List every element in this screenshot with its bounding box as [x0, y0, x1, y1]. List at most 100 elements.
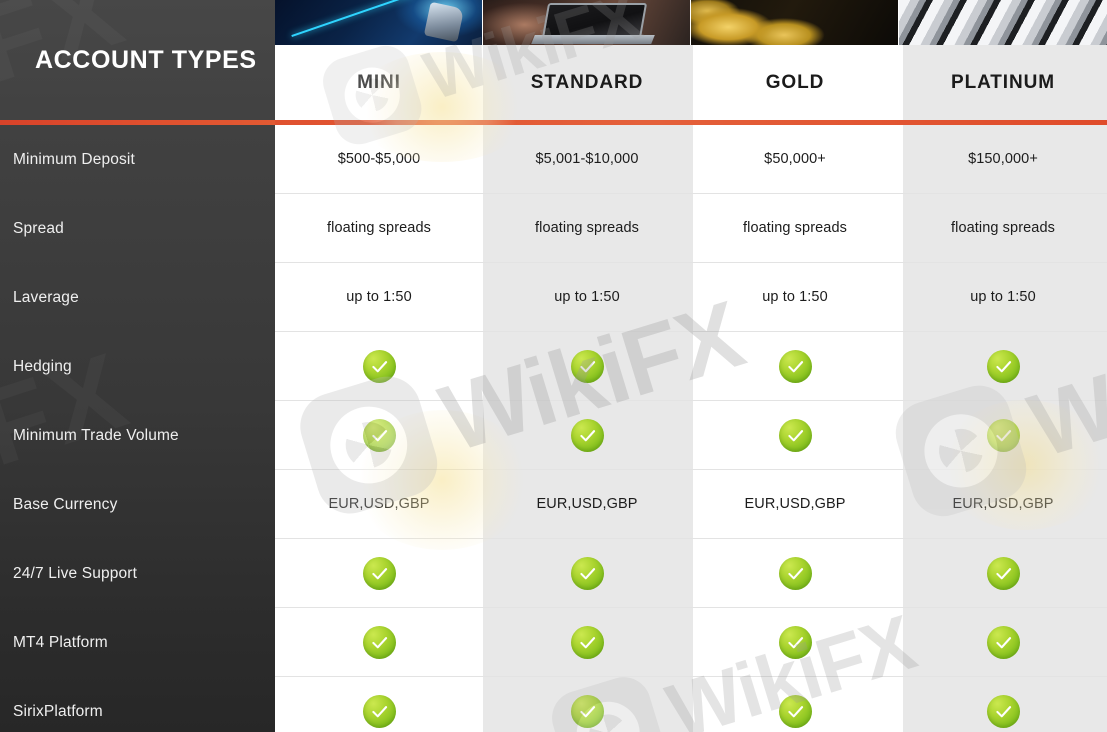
check-icon [570, 694, 604, 728]
sidebar-row-label: MT4 Platform [13, 633, 108, 651]
cell-text: up to 1:50 [554, 289, 620, 305]
table-cell [275, 677, 483, 732]
table-cell [691, 401, 899, 469]
cell-text: EUR,USD,GBP [744, 496, 846, 512]
sidebar-row-label: Laverage [13, 288, 79, 306]
table-cell: up to 1:50 [691, 263, 899, 331]
laptop-hands-photo [483, 0, 691, 45]
table-cell: EUR,USD,GBP [691, 470, 899, 538]
table-cell [691, 608, 899, 676]
table-row: floating spreads floating spreads floati… [275, 194, 1107, 263]
account-types-comparison-page: FX FX ACCOUNT TYPES Minimum Deposit Spre… [0, 0, 1107, 732]
table-body: $500-$5,000 $5,001-$10,000 $50,000+ $150… [275, 125, 1107, 732]
sidebar-row-minimum-deposit: Minimum Deposit [0, 125, 275, 194]
forex-chart-photo [275, 0, 483, 45]
table-row: EUR,USD,GBP EUR,USD,GBP EUR,USD,GBP EUR,… [275, 470, 1107, 539]
table-row: up to 1:50 up to 1:50 up to 1:50 up to 1… [275, 263, 1107, 332]
cell-text: floating spreads [327, 220, 431, 236]
table-cell: up to 1:50 [483, 263, 691, 331]
table-cell: $150,000+ [899, 125, 1107, 193]
page-title: ACCOUNT TYPES [35, 45, 257, 74]
table-cell [691, 332, 899, 400]
sidebar-row-laverage: Laverage [0, 263, 275, 332]
table-cell: EUR,USD,GBP [275, 470, 483, 538]
check-icon [778, 349, 812, 383]
table-cell [899, 608, 1107, 676]
table-cell: $500-$5,000 [275, 125, 483, 193]
table-row [275, 539, 1107, 608]
table-row [275, 332, 1107, 401]
table-row [275, 608, 1107, 677]
sidebar-row-base-currency: Base Currency [0, 470, 275, 539]
check-icon [362, 625, 396, 659]
sidebar-row-label: Spread [13, 219, 64, 237]
sidebar-row-label: 24/7 Live Support [13, 564, 138, 582]
cell-text: floating spreads [951, 220, 1055, 236]
check-icon [778, 625, 812, 659]
table-cell [275, 401, 483, 469]
column-header-standard[interactable]: STANDARD [483, 0, 691, 120]
sidebar-row-mt4-platform: MT4 Platform [0, 608, 275, 677]
table-cell: EUR,USD,GBP [899, 470, 1107, 538]
check-icon [986, 556, 1020, 590]
table-row [275, 401, 1107, 470]
table-row [275, 677, 1107, 732]
column-header-label: GOLD [765, 71, 825, 93]
table-cell: up to 1:50 [899, 263, 1107, 331]
check-icon [570, 556, 604, 590]
table-cell [483, 401, 691, 469]
check-icon [362, 694, 396, 728]
sidebar-title-cell: ACCOUNT TYPES [0, 0, 275, 120]
table-cell: floating spreads [691, 194, 899, 262]
check-icon [778, 418, 812, 452]
check-icon [362, 349, 396, 383]
table-cell [483, 677, 691, 732]
silver-bars-photo [899, 0, 1107, 45]
sidebar-accent-bar [0, 120, 275, 125]
table-cell [899, 677, 1107, 732]
cell-text: EUR,USD,GBP [536, 496, 638, 512]
table-cell [691, 677, 899, 732]
sidebar-row-live-support: 24/7 Live Support [0, 539, 275, 608]
cell-text: $5,001-$10,000 [535, 151, 639, 167]
cell-text: floating spreads [743, 220, 847, 236]
table-cell [483, 608, 691, 676]
sidebar-row-label: Base Currency [13, 495, 118, 513]
sidebar-row-label: SirixPlatform [13, 702, 103, 720]
check-icon [570, 349, 604, 383]
table-cell [275, 539, 483, 607]
table-row: $500-$5,000 $5,001-$10,000 $50,000+ $150… [275, 125, 1107, 194]
column-header-label: PLATINUM [951, 71, 1055, 93]
sidebar-row-label: Minimum Trade Volume [13, 426, 179, 444]
table-header: MINI STANDARD GOLD PLATINUM [275, 0, 1107, 120]
column-header-mini[interactable]: MINI [275, 0, 483, 120]
cell-text: $50,000+ [764, 151, 826, 167]
check-icon [362, 556, 396, 590]
sidebar-row-minimum-trade-volume: Minimum Trade Volume [0, 401, 275, 470]
cell-text: floating spreads [535, 220, 639, 236]
column-header-gold[interactable]: GOLD [691, 0, 899, 120]
check-icon [986, 694, 1020, 728]
table-cell [483, 332, 691, 400]
table-cell: floating spreads [899, 194, 1107, 262]
table-cell [275, 332, 483, 400]
gold-bars-photo [691, 0, 899, 45]
check-icon [986, 418, 1020, 452]
check-icon [986, 349, 1020, 383]
cell-text: up to 1:50 [346, 289, 412, 305]
cell-text: up to 1:50 [762, 289, 828, 305]
comparison-table: MINI STANDARD GOLD PLATINUM $500-$5,000 … [275, 0, 1107, 732]
column-header-label: MINI [357, 71, 401, 93]
cell-text: EUR,USD,GBP [328, 496, 430, 512]
table-cell [899, 401, 1107, 469]
table-cell [483, 539, 691, 607]
column-header-platinum[interactable]: PLATINUM [899, 0, 1107, 120]
column-header-label: STANDARD [530, 71, 644, 93]
sidebar-row-sirix-platform: SirixPlatform [0, 677, 275, 732]
table-cell: $50,000+ [691, 125, 899, 193]
cell-text: $150,000+ [968, 151, 1038, 167]
table-cell: up to 1:50 [275, 263, 483, 331]
check-icon [570, 625, 604, 659]
check-icon [362, 418, 396, 452]
sidebar-row-spread: Spread [0, 194, 275, 263]
